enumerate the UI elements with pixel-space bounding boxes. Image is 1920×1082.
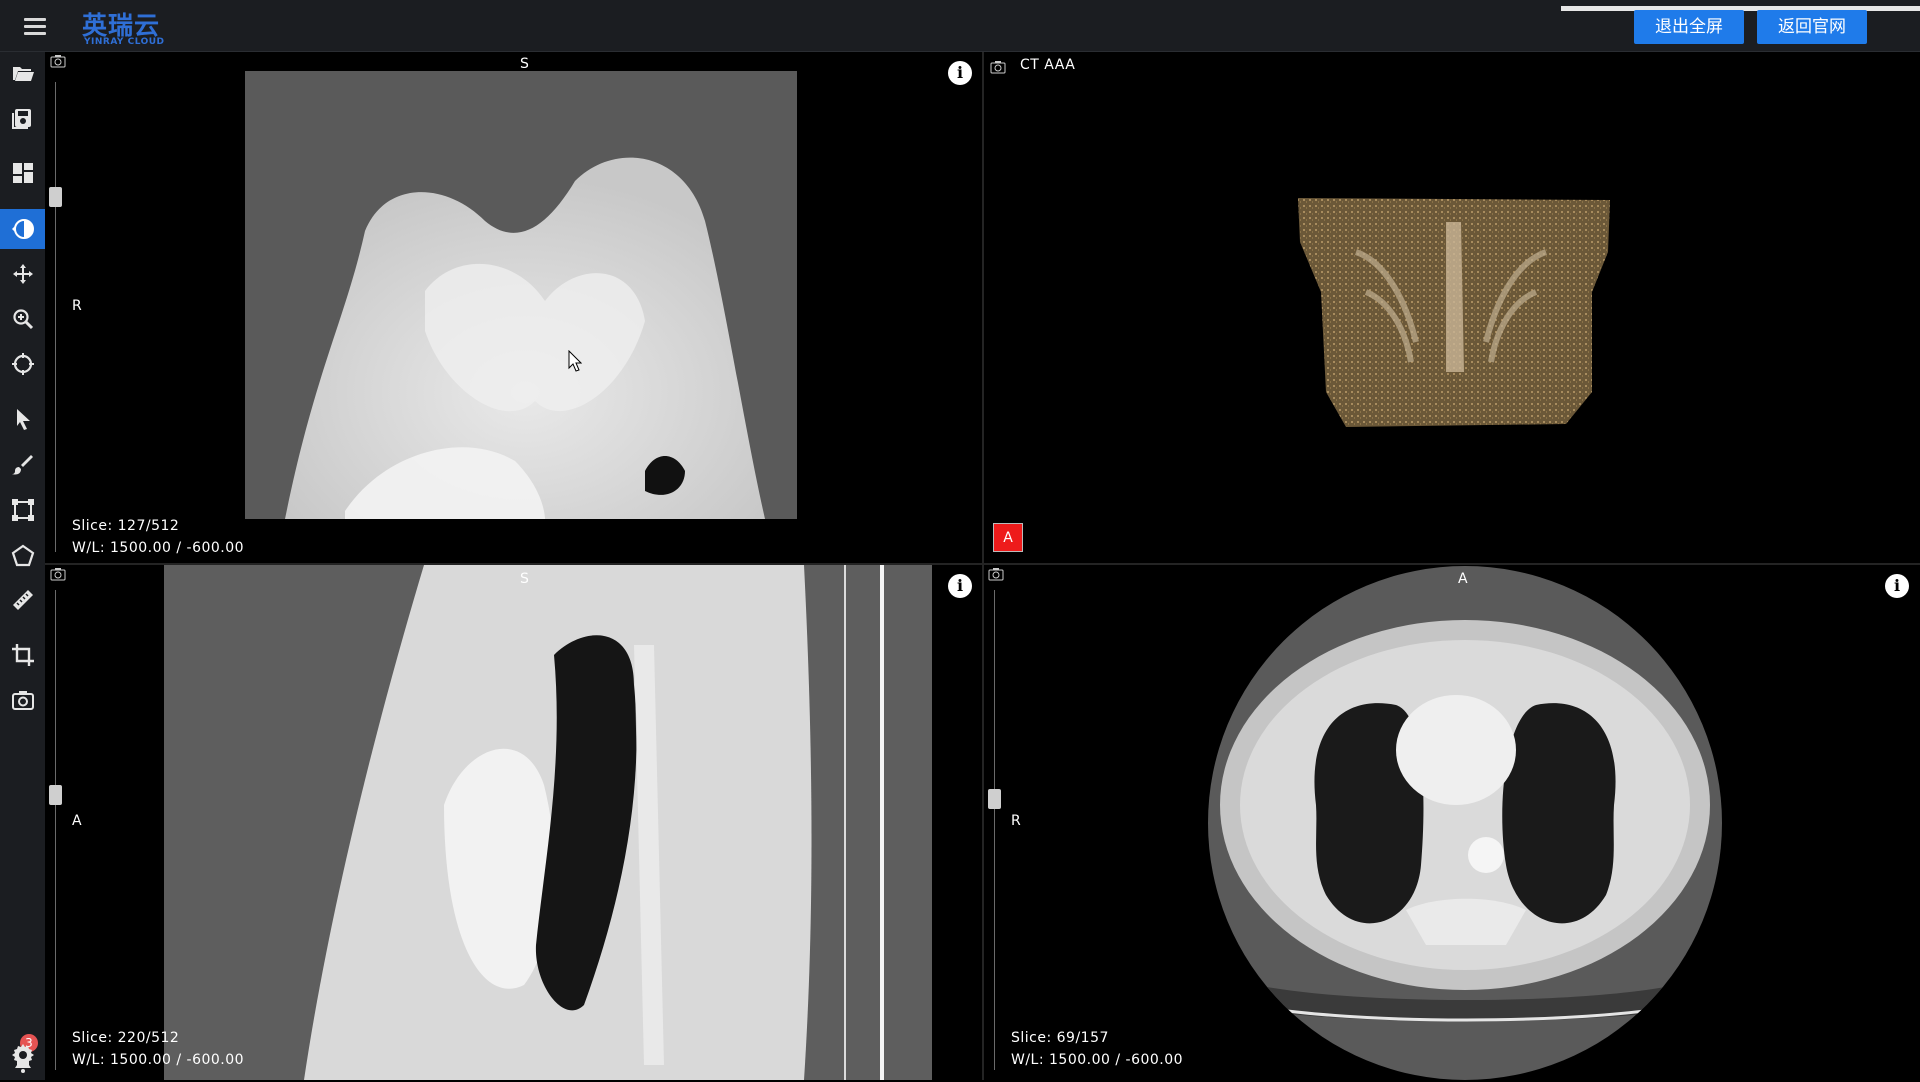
orientation-top-label: S <box>520 56 529 72</box>
pan-icon <box>12 264 33 284</box>
slice-readout: Slice: 127/512 <box>72 518 180 534</box>
zoom-tool[interactable] <box>0 299 45 339</box>
zoom-icon <box>12 309 33 330</box>
camera-icon[interactable] <box>50 567 66 581</box>
menu-icon[interactable] <box>22 13 48 39</box>
window-level-readout: W/L: 1500.00 / -600.00 <box>72 540 245 556</box>
logo-subtext: YINRAY CLOUD <box>84 37 165 47</box>
rotate-icon <box>11 353 34 375</box>
series-title: CT AAA <box>1020 57 1076 73</box>
volume-render-image <box>1298 198 1610 427</box>
crop-icon <box>11 644 34 666</box>
brush-tool[interactable] <box>0 445 45 485</box>
mouse-cursor-icon <box>568 350 582 372</box>
slice-readout: Slice: 220/512 <box>72 1030 180 1046</box>
viewport-axial[interactable]: A R i Slice: 69/157 W/L: 1500.00 / -600.… <box>984 565 1920 1080</box>
rotate-tool[interactable] <box>0 344 45 384</box>
slice-slider-thumb[interactable] <box>49 187 62 207</box>
axial-ct-image <box>1208 566 1722 1080</box>
brush-icon <box>11 455 33 475</box>
orientation-left-label: R <box>72 298 82 314</box>
tool-sidebar: 3 <box>0 52 45 1080</box>
orientation-top-label: S <box>520 571 529 587</box>
window-level-tool[interactable] <box>0 209 45 249</box>
sagittal-ct-image <box>164 565 932 1080</box>
pointer-tool[interactable] <box>0 399 45 439</box>
window-level-icon <box>11 219 34 239</box>
layout-button[interactable] <box>0 153 45 193</box>
crop-tool[interactable] <box>0 635 45 675</box>
exit-fullscreen-button[interactable]: 退出全屏 <box>1634 10 1744 44</box>
screenshot-icon <box>11 691 34 710</box>
slice-slider-track[interactable] <box>994 590 995 1070</box>
pan-tool[interactable] <box>0 254 45 294</box>
info-icon[interactable]: i <box>1885 574 1909 598</box>
ruler-icon <box>12 590 33 610</box>
open-folder-button[interactable] <box>0 53 45 93</box>
bounding-box-tool[interactable] <box>0 490 45 530</box>
polygon-icon <box>11 544 34 567</box>
folder-open-icon <box>12 67 34 81</box>
info-icon[interactable]: i <box>948 574 972 598</box>
settings-icon <box>11 1044 34 1066</box>
back-to-site-button[interactable]: 返回官网 <box>1757 10 1867 44</box>
orientation-tag: A <box>993 523 1023 552</box>
orientation-left-label: A <box>72 813 82 829</box>
orientation-top-label: A <box>1458 571 1468 587</box>
orientation-left-label: R <box>1011 813 1021 829</box>
polygon-tool[interactable] <box>0 536 45 576</box>
screenshot-button[interactable] <box>0 680 45 720</box>
coronal-ct-image <box>245 71 797 519</box>
save-icon <box>11 109 31 129</box>
top-bar: 英瑞云 YINRAY CLOUD 退出全屏 返回官网 <box>0 0 1920 52</box>
slice-slider-track[interactable] <box>55 590 56 1070</box>
slice-slider-thumb[interactable] <box>988 789 1001 809</box>
camera-icon[interactable] <box>988 567 1004 581</box>
layout-icon <box>12 163 33 183</box>
pointer-icon <box>16 409 30 430</box>
app-logo: 英瑞云 YINRAY CLOUD <box>82 6 172 48</box>
slice-readout: Slice: 69/157 <box>1011 1030 1109 1046</box>
settings-button[interactable] <box>0 1035 45 1075</box>
viewport-volume-render[interactable]: CT AAA A <box>984 52 1920 563</box>
camera-icon[interactable] <box>50 54 66 68</box>
viewport-coronal[interactable]: S R i Slice: 127/512 W/L: 1500.00 / -600… <box>45 52 982 563</box>
bounding-box-icon <box>11 499 34 521</box>
info-icon[interactable]: i <box>948 61 972 85</box>
viewport-sagittal[interactable]: S A i Slice: 220/512 W/L: 1500.00 / -600… <box>45 565 982 1080</box>
slice-slider-thumb[interactable] <box>49 785 62 805</box>
ruler-tool[interactable] <box>0 580 45 620</box>
save-button[interactable] <box>0 98 45 138</box>
slice-slider-track[interactable] <box>55 82 56 552</box>
camera-icon[interactable] <box>990 60 1006 74</box>
window-level-readout: W/L: 1500.00 / -600.00 <box>72 1052 245 1068</box>
window-level-readout: W/L: 1500.00 / -600.00 <box>1011 1052 1184 1068</box>
